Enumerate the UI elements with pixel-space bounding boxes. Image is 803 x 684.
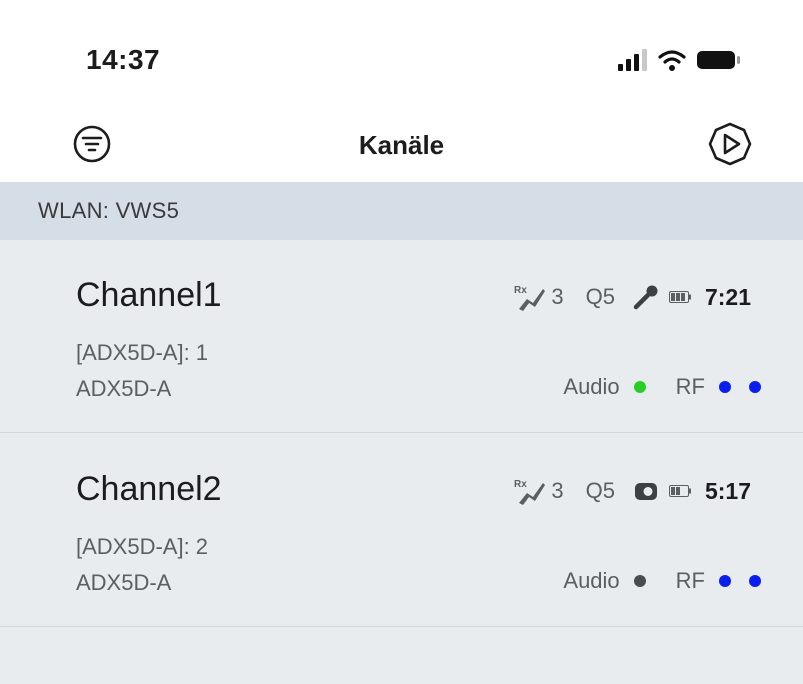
rx-antenna-icon: Rx — [514, 479, 546, 505]
battery-icon — [697, 51, 740, 69]
network-label: WLAN: VWS5 — [38, 198, 180, 223]
channel-row[interactable]: Channel1 [ADX5D-A]: 1 ADX5D-A Rx 3 Q5 7:… — [0, 240, 803, 433]
rf-status-dot-b — [749, 381, 761, 393]
signal-indicators: Audio RF — [563, 372, 761, 402]
section-header: WLAN: VWS5 — [0, 182, 803, 240]
battery-icon — [668, 291, 691, 303]
status-bar: 14:37 — [0, 0, 803, 110]
audio-label: Audio — [563, 568, 620, 593]
signal-indicators: Audio RF — [563, 566, 761, 596]
battery-runtime: 7:21 — [704, 283, 751, 310]
rf-label: RF — [675, 568, 705, 593]
channel-row[interactable]: Channel2 [ADX5D-A]: 2 ADX5D-A Rx 3 Q5 5:… — [0, 434, 803, 627]
channel-list: Channel1 [ADX5D-A]: 1 ADX5D-A Rx 3 Q5 7:… — [0, 240, 803, 684]
wifi-icon — [658, 50, 686, 71]
audio-status-dot — [633, 381, 646, 393]
channel-model: ADX5D-A — [76, 570, 172, 595]
svg-text:Rx: Rx — [514, 479, 527, 490]
channel-device-id: [ADX5D-A]: 2 — [76, 534, 209, 559]
rx-count: 3 — [551, 478, 564, 503]
page-title: Kanäle — [358, 130, 445, 160]
rx-antenna-icon: Rx — [514, 285, 546, 311]
channel-model: ADX5D-A — [76, 376, 172, 401]
battery-runtime: 5:17 — [704, 477, 751, 504]
rf-status-dot-b — [749, 575, 761, 587]
bodypack-icon — [634, 483, 657, 500]
channel-device-id: [ADX5D-A]: 1 — [76, 340, 209, 365]
channel-meta: Rx 3 Q5 5:17 — [513, 476, 751, 506]
audio-status-dot — [633, 575, 646, 587]
channel-name: Channel2 — [76, 470, 222, 508]
quality-value: Q5 — [585, 478, 615, 503]
signal-icon — [618, 49, 647, 71]
scan-icon[interactable] — [706, 120, 754, 168]
rx-count: 3 — [551, 284, 564, 309]
handheld-mic-icon — [633, 285, 658, 310]
status-icons — [618, 46, 742, 74]
status-time: 14:37 — [86, 44, 161, 75]
channel-name: Channel1 — [76, 276, 222, 314]
svg-text:Rx: Rx — [514, 285, 527, 296]
rf-status-dot-a — [719, 381, 731, 393]
nav-bar: Kanäle — [0, 110, 803, 182]
channel-meta: Rx 3 Q5 7:21 — [513, 282, 751, 312]
audio-label: Audio — [563, 374, 620, 399]
quality-value: Q5 — [585, 284, 615, 309]
rf-label: RF — [675, 374, 705, 399]
battery-icon — [668, 485, 691, 497]
rf-status-dot-a — [719, 575, 731, 587]
